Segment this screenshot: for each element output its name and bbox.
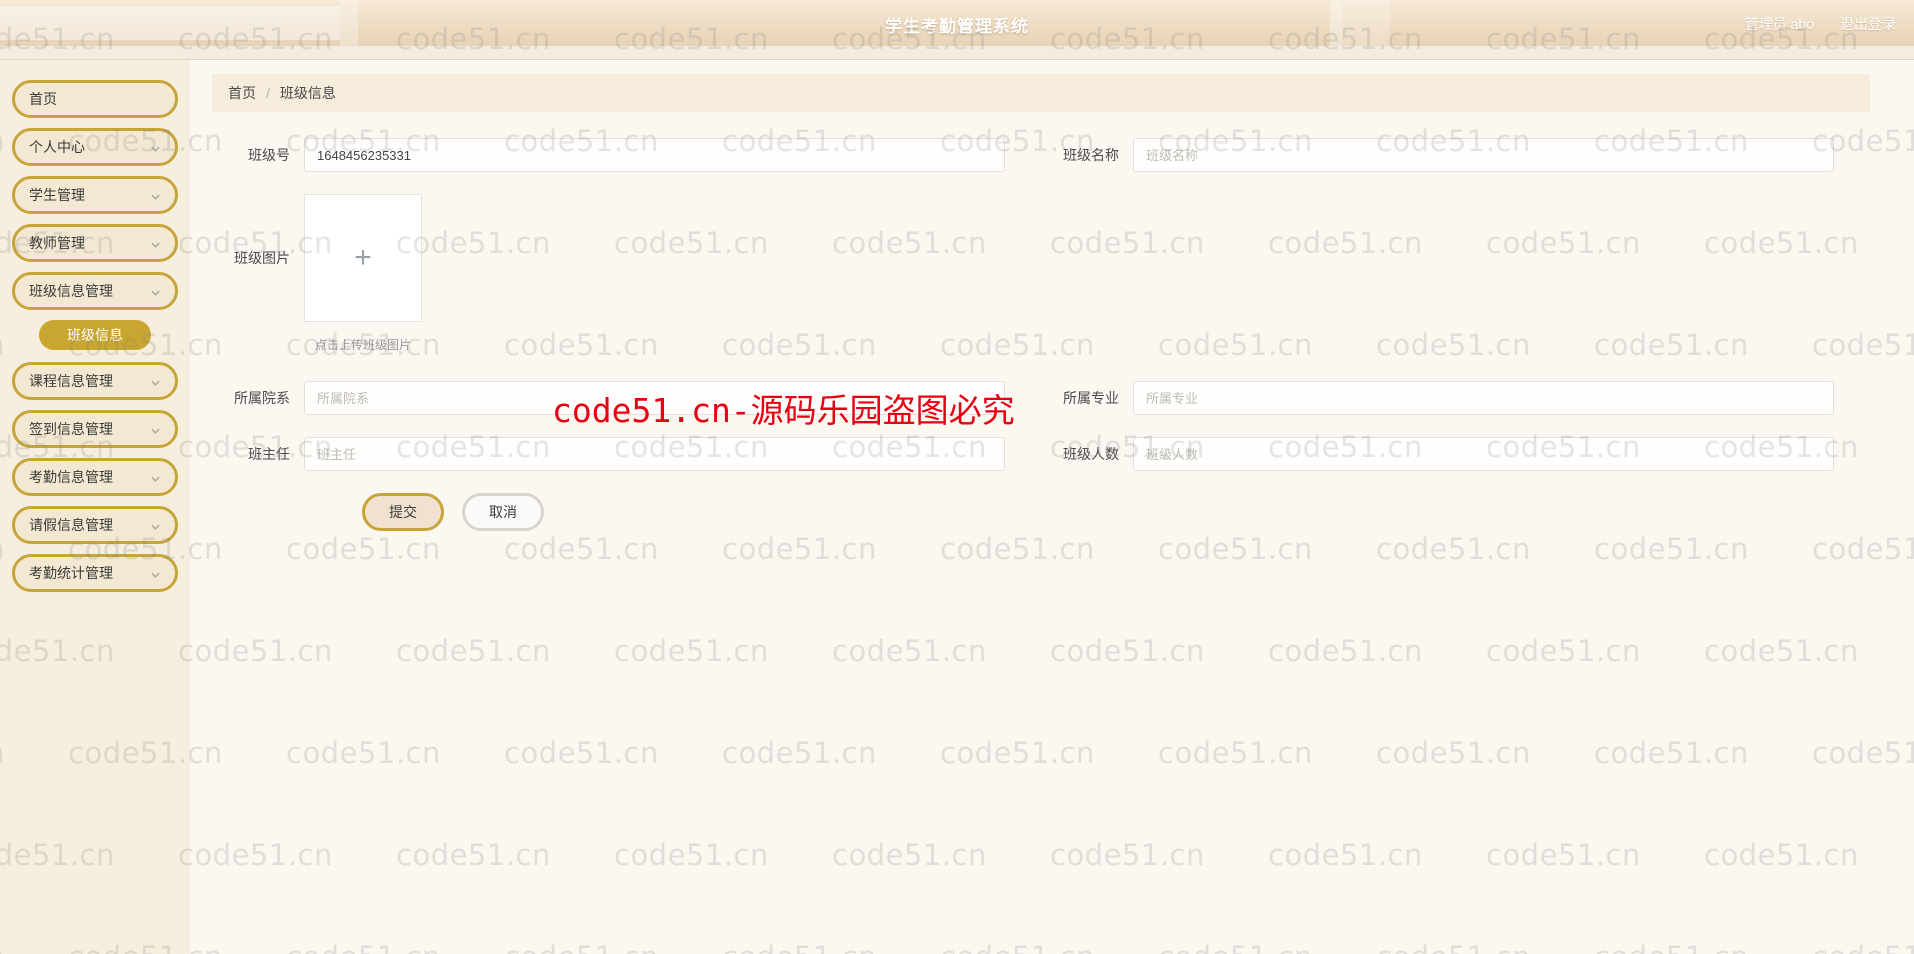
sidebar-item-attendance-stats-management[interactable]: 考勤统计管理 (12, 554, 178, 592)
class-name-input[interactable] (1133, 138, 1834, 172)
watermark-red-text: code51.cn-源码乐园盗图必究 (552, 391, 1015, 430)
field-class-size: 班级人数 (1041, 437, 1870, 471)
main-content: 首页 / 班级信息 班级号 班级名称 班级图片 + 点击上传班级图片 (190, 60, 1914, 954)
field-label: 班级人数 (1063, 446, 1119, 462)
chevron-down-icon (150, 190, 161, 201)
sidebar-item-label: 考勤统计管理 (29, 565, 113, 581)
class-no-input[interactable] (304, 138, 1005, 172)
field-class-no: 班级号 (212, 138, 1041, 172)
field-label: 班级号 (248, 147, 290, 163)
upload-dropzone[interactable]: + (304, 194, 422, 322)
class-info-form: 班级号 班级名称 班级图片 + 点击上传班级图片 所属院系 (212, 138, 1870, 531)
field-class-name: 班级名称 (1041, 138, 1870, 172)
app-title: 学生考勤管理系统 (885, 17, 1029, 36)
breadcrumb-separator: / (266, 85, 270, 101)
chevron-down-icon (150, 568, 161, 579)
sidebar-item-label: 签到信息管理 (29, 421, 113, 437)
logout-button[interactable]: 退出登录 (1840, 14, 1896, 34)
chevron-down-icon (150, 142, 161, 153)
sidebar-item-student-management[interactable]: 学生管理 (12, 176, 178, 214)
class-size-input[interactable] (1133, 437, 1834, 471)
sidebar-item-label: 请假信息管理 (29, 517, 113, 533)
top-header-bar: 学生考勤管理系统 管理员 abo 退出登录 (0, 0, 1914, 46)
breadcrumb-home[interactable]: 首页 (228, 83, 256, 103)
chevron-down-icon (150, 472, 161, 483)
sidebar-item-course-info-management[interactable]: 课程信息管理 (12, 362, 178, 400)
chevron-down-icon (150, 286, 161, 297)
sidebar-item-attendance-info-management[interactable]: 考勤信息管理 (12, 458, 178, 496)
submit-button[interactable]: 提交 (362, 493, 444, 531)
chevron-down-icon (150, 424, 161, 435)
current-user-label: 管理员 abo (1744, 16, 1814, 32)
sidebar-item-label: 学生管理 (29, 187, 85, 203)
sidebar-item-teacher-management[interactable]: 教师管理 (12, 224, 178, 262)
plus-icon: + (354, 241, 372, 274)
field-head-teacher: 班主任 (212, 437, 1041, 471)
sidebar-item-leave-info-management[interactable]: 请假信息管理 (12, 506, 178, 544)
form-row-teacher-size: 班主任 班级人数 (212, 437, 1870, 471)
field-label: 班级名称 (1063, 147, 1119, 163)
field-label: 所属专业 (1063, 390, 1119, 406)
sidebar-item-home[interactable]: 首页 (12, 80, 178, 118)
form-row-basic: 班级号 班级名称 (212, 138, 1870, 172)
sidebar-subitem-label: 班级信息 (67, 327, 123, 343)
header-strip (0, 46, 1914, 60)
cancel-button[interactable]: 取消 (462, 493, 544, 531)
chevron-down-icon (150, 376, 161, 387)
sidebar-item-label: 班级信息管理 (29, 283, 113, 299)
sidebar-item-label: 考勤信息管理 (29, 469, 113, 485)
breadcrumb: 首页 / 班级信息 (212, 74, 1870, 112)
sidebar-item-label: 课程信息管理 (29, 373, 113, 389)
sidebar-item-label: 首页 (29, 91, 57, 107)
field-label: 班主任 (248, 446, 290, 462)
field-label: 班级图片 (234, 250, 290, 266)
sidebar-item-signin-info-management[interactable]: 签到信息管理 (12, 410, 178, 448)
major-input[interactable] (1133, 381, 1834, 415)
sidebar-subitem-class-info[interactable]: 班级信息 (39, 320, 151, 350)
sidebar-navigation: 首页 个人中心 学生管理 教师管理 班级信息管理 班级信息 课程信息管理 签到信… (0, 60, 190, 954)
class-image-uploader: + 点击上传班级图片 (304, 194, 422, 353)
form-actions: 提交 取消 (362, 493, 1870, 531)
sidebar-item-label: 教师管理 (29, 235, 85, 251)
header-user-area: 管理员 abo 退出登录 (1745, 14, 1896, 34)
form-row-department-major: 所属院系 所属专业 (212, 381, 1870, 415)
sidebar-item-label: 个人中心 (29, 139, 85, 155)
chevron-down-icon (150, 520, 161, 531)
head-teacher-input[interactable] (304, 437, 1005, 471)
field-major: 所属专业 (1041, 381, 1870, 415)
upload-hint-text: 点击上传班级图片 (314, 338, 411, 352)
breadcrumb-current: 班级信息 (279, 85, 336, 101)
form-row-class-image: 班级图片 + 点击上传班级图片 (212, 194, 1870, 353)
field-label: 所属院系 (234, 390, 290, 406)
sidebar-item-class-info-management[interactable]: 班级信息管理 (12, 272, 178, 310)
chevron-down-icon (150, 238, 161, 249)
sidebar-item-personal-center[interactable]: 个人中心 (12, 128, 178, 166)
